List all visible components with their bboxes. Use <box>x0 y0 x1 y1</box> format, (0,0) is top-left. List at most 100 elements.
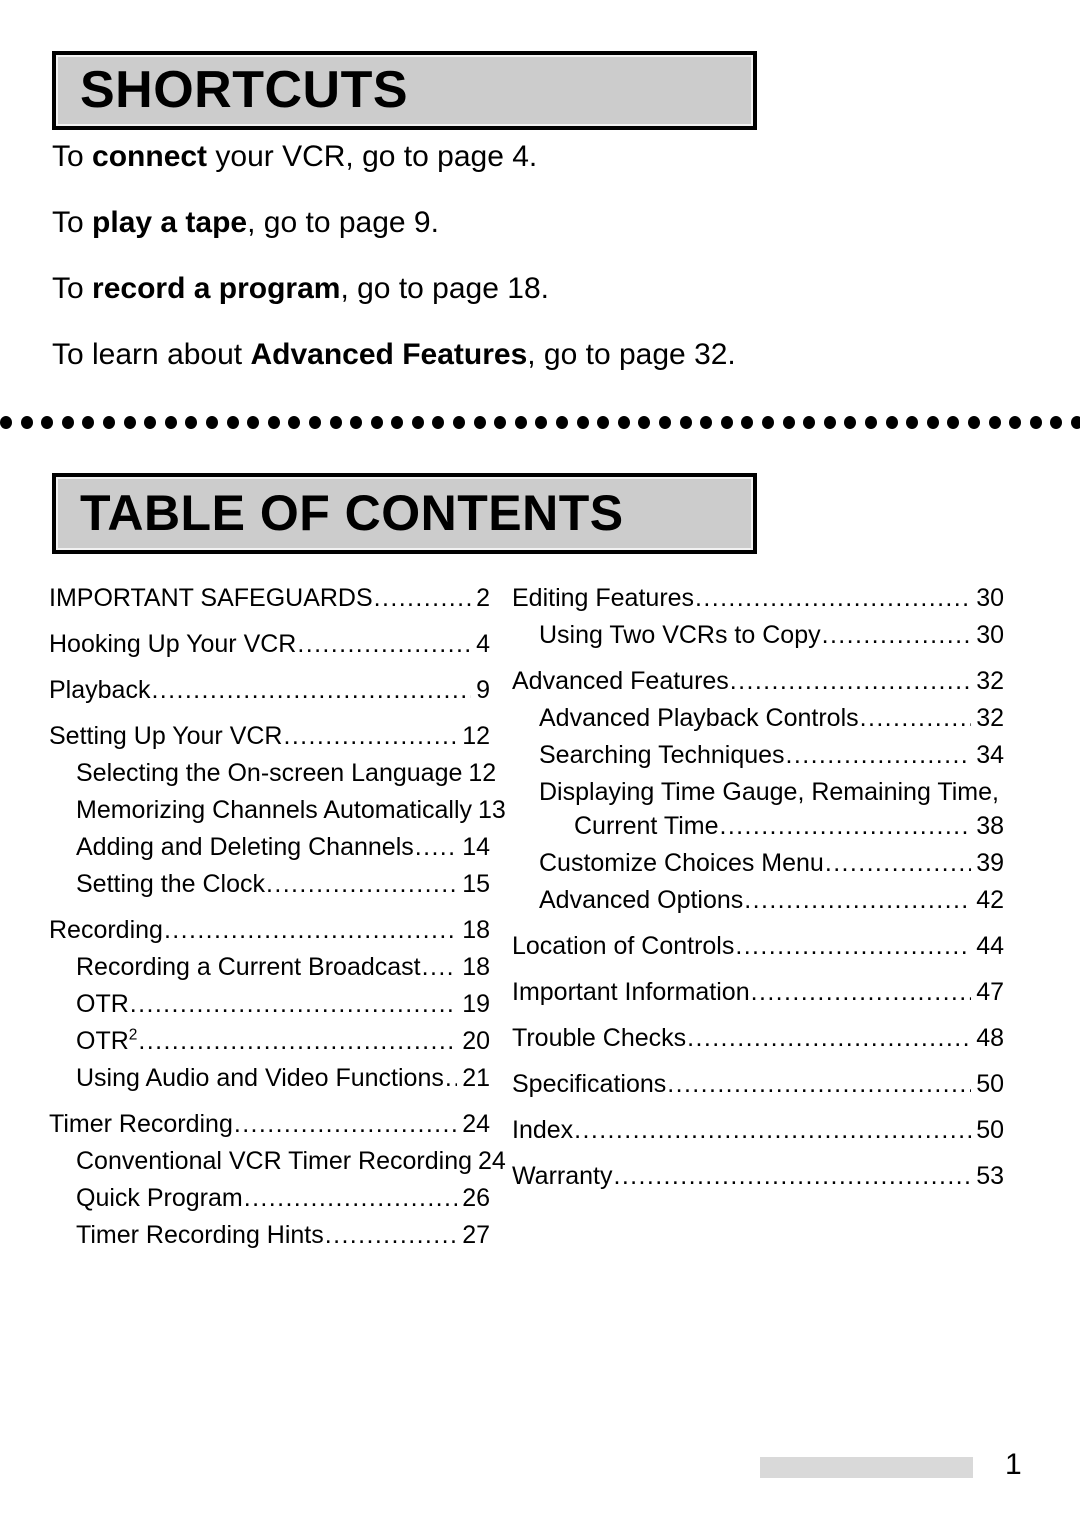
toc-entry-page-number: 19 <box>462 990 490 1018</box>
divider-dot-icon <box>659 415 671 429</box>
toc-entry[interactable]: OTR ....................................… <box>49 992 490 1017</box>
toc-leader-dots: ........................................… <box>283 724 457 749</box>
toc-entry[interactable]: OTR2....................................… <box>49 1026 490 1055</box>
toc-entry-title: Conventional VCR Timer Recording <box>76 1147 473 1175</box>
toc-entry[interactable]: Advanced Options .......................… <box>512 888 1004 913</box>
divider-dot-icon <box>556 415 569 429</box>
divider-dot-icon <box>617 415 630 429</box>
divider-dot-icon <box>679 415 692 429</box>
divider-dot-icon <box>535 415 548 429</box>
toc-entry[interactable]: Warranty................................… <box>512 1164 1004 1189</box>
toc-entry-page-number: 34 <box>976 741 1004 769</box>
divider-dot-icon <box>700 415 713 429</box>
toc-entry[interactable]: Setting Up Your VCR ....................… <box>49 724 490 749</box>
toc-entry-page-number: 42 <box>976 886 1004 914</box>
toc-leader-dots: ........................................… <box>414 835 457 860</box>
toc-leader-dots: ........................................… <box>324 1223 457 1248</box>
divider-dot-icon <box>926 415 939 429</box>
toc-entry-title: Recording a Current Broadcast <box>76 953 421 981</box>
toc-entry[interactable]: Conventional VCR Timer Recording........… <box>49 1147 506 1175</box>
toc-entry-title: Timer Recording <box>49 1110 233 1138</box>
toc-entry[interactable]: Recording a Current Broadcast ..........… <box>49 955 490 980</box>
divider-dot-icon <box>370 415 383 429</box>
toc-entry[interactable]: Setting the Clock ......................… <box>49 872 490 897</box>
toc-entry[interactable]: Selecting the On-screen Language .......… <box>49 759 496 787</box>
toc-entry[interactable]: Editing Features .......................… <box>512 586 1004 611</box>
toc-entry[interactable]: Location of Controls ...................… <box>512 934 1004 959</box>
toc-leader-dots: ........................................… <box>266 872 458 897</box>
toc-entry[interactable]: Playback................................… <box>49 678 490 703</box>
toc-entry[interactable]: Using Audio and Video Functions.........… <box>49 1066 490 1091</box>
toc-leader-dots: ........................................… <box>750 980 972 1005</box>
shortcut-line-emphasis: connect <box>92 140 208 173</box>
divider-dot-icon <box>391 415 404 429</box>
toc-entry[interactable]: Quick Program...........................… <box>49 1186 490 1211</box>
toc-entry-page-number: 14 <box>462 833 490 861</box>
divider-dot-icon <box>329 415 342 429</box>
toc-entry-page-number: 30 <box>976 584 1004 612</box>
toc-entry-title: Adding and Deleting Channels <box>76 833 414 861</box>
shortcut-line: To record a program, go to page 18. <box>52 274 1032 304</box>
toc-entry-page-number: 50 <box>976 1070 1004 1098</box>
divider-dot-icon <box>226 415 239 429</box>
toc-leader-dots: ........................................… <box>687 1026 971 1051</box>
toc-entry-page-number: 44 <box>976 932 1004 960</box>
toc-entry[interactable]: Using Two VCRs to Copy .................… <box>512 623 1004 648</box>
toc-entry-title: Searching Techniques <box>539 741 785 769</box>
toc-entry[interactable]: Trouble Checks .........................… <box>512 1026 1004 1051</box>
toc-leader-dots: ........................................… <box>138 1029 457 1054</box>
toc-entry-page-number: 9 <box>476 676 490 704</box>
table-of-contents-heading: TABLE OF CONTENTS <box>80 485 624 541</box>
toc-entry-wrapped-line: Displaying Time Gauge, Remaining Time, <box>512 780 1004 805</box>
divider-dot-icon <box>247 415 260 429</box>
toc-entry-title: Specifications <box>512 1070 667 1098</box>
toc-entry-title: Displaying Time Gauge, Remaining Time, <box>539 778 999 806</box>
toc-entry-title: Advanced Playback Controls <box>539 704 859 732</box>
divider-dot-icon <box>741 415 754 429</box>
toc-entry[interactable]: Current Time ...........................… <box>512 814 1004 839</box>
toc-entry-title: Setting Up Your VCR <box>49 722 283 750</box>
table-of-contents-body: IMPORTANT SAFEGUARDS....................… <box>0 586 1080 1248</box>
toc-leader-dots: ........................................… <box>859 706 972 731</box>
shortcut-line: To play a tape, go to page 9. <box>52 208 1032 238</box>
toc-entry-page-number: 48 <box>976 1024 1004 1052</box>
toc-entry-title: Selecting the On-screen Language <box>76 759 463 787</box>
toc-entry[interactable]: Specifications .........................… <box>512 1072 1004 1097</box>
toc-entry[interactable]: Customize Choices Menu..................… <box>512 851 1004 876</box>
divider-dot-icon <box>1029 415 1042 429</box>
toc-entry[interactable]: Hooking Up Your VCR ....................… <box>49 632 490 657</box>
toc-entry[interactable]: Important Information ..................… <box>512 980 1004 1005</box>
toc-entry-title: Playback <box>49 676 151 704</box>
toc-entry[interactable]: Memorizing Channels Automatically ......… <box>49 798 506 823</box>
toc-entry[interactable]: Recording ..............................… <box>49 918 490 943</box>
footer-page-number: 1 <box>1005 1448 1022 1481</box>
toc-leader-dots: ........................................… <box>729 669 972 694</box>
toc-leader-dots: ........................................… <box>667 1072 972 1097</box>
toc-entry-title: OTR2 <box>76 1026 138 1055</box>
toc-entry[interactable]: Advanced Playback Controls..............… <box>512 706 1004 731</box>
toc-leader-dots: ........................................… <box>243 1186 457 1211</box>
shortcut-line-emphasis: Advanced Features <box>250 338 528 371</box>
toc-leader-dots: ........................................… <box>163 918 457 943</box>
shortcuts-heading: SHORTCUTS <box>80 60 409 119</box>
divider-dot-icon <box>885 415 898 429</box>
toc-entry[interactable]: Searching Techniques ...................… <box>512 743 1004 768</box>
toc-entry[interactable]: Timer Recording Hints ..................… <box>49 1223 490 1248</box>
toc-entry[interactable]: Index ..................................… <box>512 1118 1004 1143</box>
divider-dot-icon <box>411 415 424 429</box>
divider-dot-icon <box>0 415 12 429</box>
toc-entry[interactable]: Adding and Deleting Channels ...........… <box>49 835 490 860</box>
toc-leader-dots: ........................................… <box>421 955 458 980</box>
toc-entry[interactable]: Timer Recording ........................… <box>49 1112 490 1137</box>
divider-dot-icon <box>514 415 527 429</box>
toc-entry-page-number: 27 <box>462 1221 490 1249</box>
toc-entry[interactable]: IMPORTANT SAFEGUARDS....................… <box>49 586 490 611</box>
divider-dot-icon <box>823 415 836 429</box>
toc-leader-dots: ........................................… <box>613 1164 972 1189</box>
toc-entry-page-number: 39 <box>976 849 1004 877</box>
toc-leader-dots: ........................................… <box>821 623 972 648</box>
toc-entry[interactable]: Advanced Features ......................… <box>512 669 1004 694</box>
toc-entry-title: Hooking Up Your VCR <box>49 630 297 658</box>
divider-dot-icon <box>123 415 136 429</box>
divider-dot-icon <box>576 415 589 429</box>
